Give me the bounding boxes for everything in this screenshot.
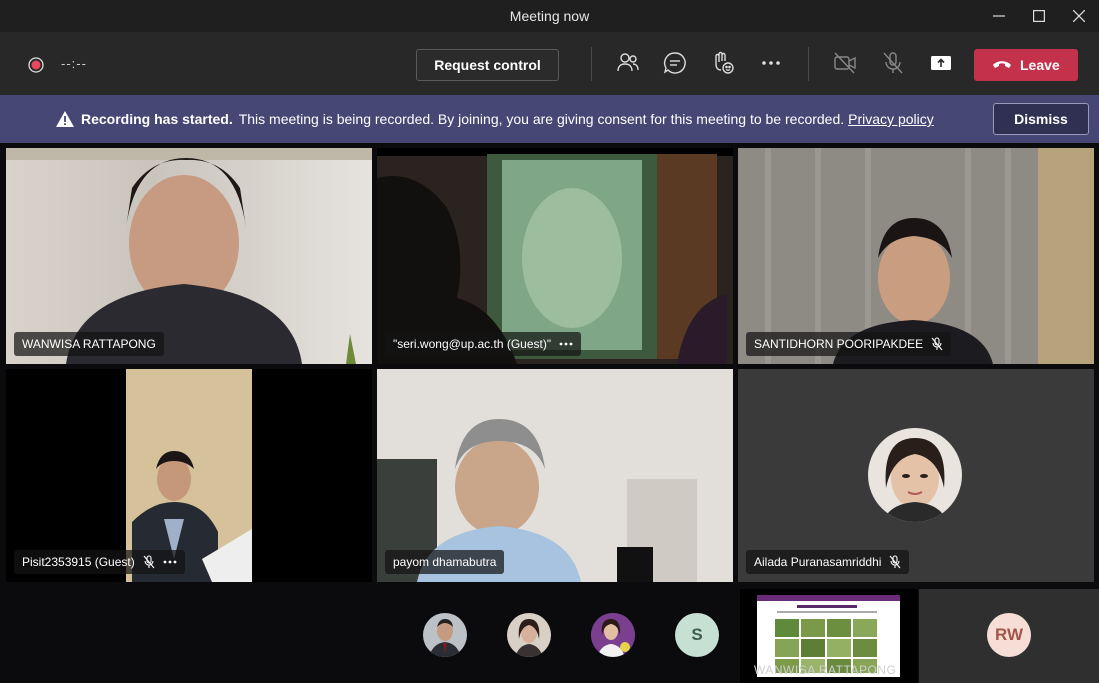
reactions-icon bbox=[715, 51, 734, 74]
request-control-button[interactable]: Request control bbox=[416, 49, 559, 81]
participants-button[interactable] bbox=[615, 50, 643, 78]
close-button[interactable] bbox=[1059, 0, 1099, 32]
video-tile[interactable]: payom dhamabutra bbox=[377, 369, 733, 582]
meeting-toolbar: --:-- Request control Leave bbox=[0, 32, 1099, 95]
participant-avatar[interactable] bbox=[507, 613, 551, 657]
participant-name-tag: SANTIDHORN POORIPAKDEE bbox=[746, 332, 952, 356]
toolbar-divider bbox=[591, 47, 592, 81]
maximize-icon bbox=[1033, 10, 1045, 22]
chat-button[interactable] bbox=[662, 50, 690, 78]
shared-content-thumbnail[interactable]: WANWISA RATTAPONG bbox=[740, 589, 918, 683]
participant-name: WANWISA RATTAPONG bbox=[22, 337, 156, 351]
record-icon bbox=[28, 57, 44, 73]
title-bar: Meeting now bbox=[0, 0, 1099, 32]
shared-content-owner: WANWISA RATTAPONG bbox=[754, 663, 897, 677]
camera-off-icon bbox=[834, 52, 856, 74]
participant-initials-avatar[interactable]: S bbox=[675, 613, 719, 657]
camera-toggle-button[interactable] bbox=[832, 50, 860, 78]
reactions-button[interactable] bbox=[710, 50, 738, 78]
privacy-policy-link[interactable]: Privacy policy bbox=[848, 111, 934, 127]
video-tile[interactable]: "seri.wong@up.ac.th (Guest)" bbox=[377, 148, 733, 364]
participant-name: Ailada Puranasamriddhi bbox=[754, 555, 882, 569]
chat-icon bbox=[663, 52, 686, 74]
more-icon bbox=[559, 342, 573, 346]
minimize-icon bbox=[993, 15, 1005, 17]
recording-message: Recording has started. This meeting is be… bbox=[81, 111, 934, 127]
dismiss-button[interactable]: Dismiss bbox=[993, 103, 1089, 135]
video-tile[interactable]: WANWISA RATTAPONG bbox=[6, 148, 372, 364]
participants-icon bbox=[617, 53, 639, 72]
mic-off-icon bbox=[143, 555, 155, 569]
self-initials-avatar: RW bbox=[987, 613, 1031, 657]
more-options-button[interactable] bbox=[559, 342, 573, 346]
participant-name-tag: payom dhamabutra bbox=[385, 550, 505, 574]
close-icon bbox=[1073, 10, 1085, 22]
recording-text: This meeting is being recorded. By joini… bbox=[238, 111, 845, 127]
self-view-tile[interactable]: RW bbox=[919, 589, 1099, 683]
participant-name: payom dhamabutra bbox=[393, 555, 497, 569]
mic-off-icon bbox=[889, 555, 901, 569]
more-icon bbox=[762, 61, 780, 65]
participant-name: SANTIDHORN POORIPAKDEE bbox=[754, 337, 924, 351]
share-icon bbox=[931, 56, 951, 70]
mic-off-icon bbox=[931, 337, 943, 351]
participant-avatar bbox=[868, 428, 962, 522]
more-actions-button[interactable] bbox=[758, 50, 786, 78]
share-screen-button[interactable] bbox=[928, 50, 956, 78]
muted-indicator bbox=[143, 555, 155, 569]
participant-avatar[interactable] bbox=[423, 613, 467, 657]
muted-indicator bbox=[889, 555, 901, 569]
mic-toggle-button[interactable] bbox=[880, 50, 908, 78]
leave-label: Leave bbox=[1020, 57, 1060, 73]
warning-icon bbox=[56, 111, 74, 127]
more-icon bbox=[163, 560, 177, 564]
mic-off-icon bbox=[883, 52, 903, 74]
leave-button[interactable]: Leave bbox=[974, 49, 1078, 81]
toolbar-divider bbox=[808, 47, 809, 81]
participant-name: Pisit2353915 (Guest) bbox=[22, 555, 135, 569]
participant-name-tag: WANWISA RATTAPONG bbox=[14, 332, 164, 356]
recording-banner: Recording has started. This meeting is be… bbox=[0, 95, 1099, 143]
participant-name: "seri.wong@up.ac.th (Guest)" bbox=[393, 337, 552, 351]
maximize-button[interactable] bbox=[1019, 0, 1059, 32]
participant-name-tag: Ailada Puranasamriddhi bbox=[746, 550, 910, 574]
participant-avatar[interactable] bbox=[591, 613, 635, 657]
meeting-timer: --:-- bbox=[61, 56, 87, 71]
muted-indicator bbox=[931, 337, 943, 351]
video-tile[interactable]: Ailada Puranasamriddhi bbox=[738, 369, 1094, 582]
more-options-button[interactable] bbox=[163, 560, 177, 564]
phone-icon bbox=[993, 61, 1011, 68]
participant-name-tag: Pisit2353915 (Guest) bbox=[14, 550, 185, 574]
minimize-button[interactable] bbox=[979, 0, 1019, 32]
participant-name-tag: "seri.wong@up.ac.th (Guest)" bbox=[385, 332, 582, 356]
video-tile[interactable]: SANTIDHORN POORIPAKDEE bbox=[738, 148, 1094, 364]
window-title: Meeting now bbox=[509, 8, 590, 24]
video-tile[interactable]: Pisit2353915 (Guest) bbox=[6, 369, 372, 582]
recording-title: Recording has started. bbox=[81, 111, 233, 127]
